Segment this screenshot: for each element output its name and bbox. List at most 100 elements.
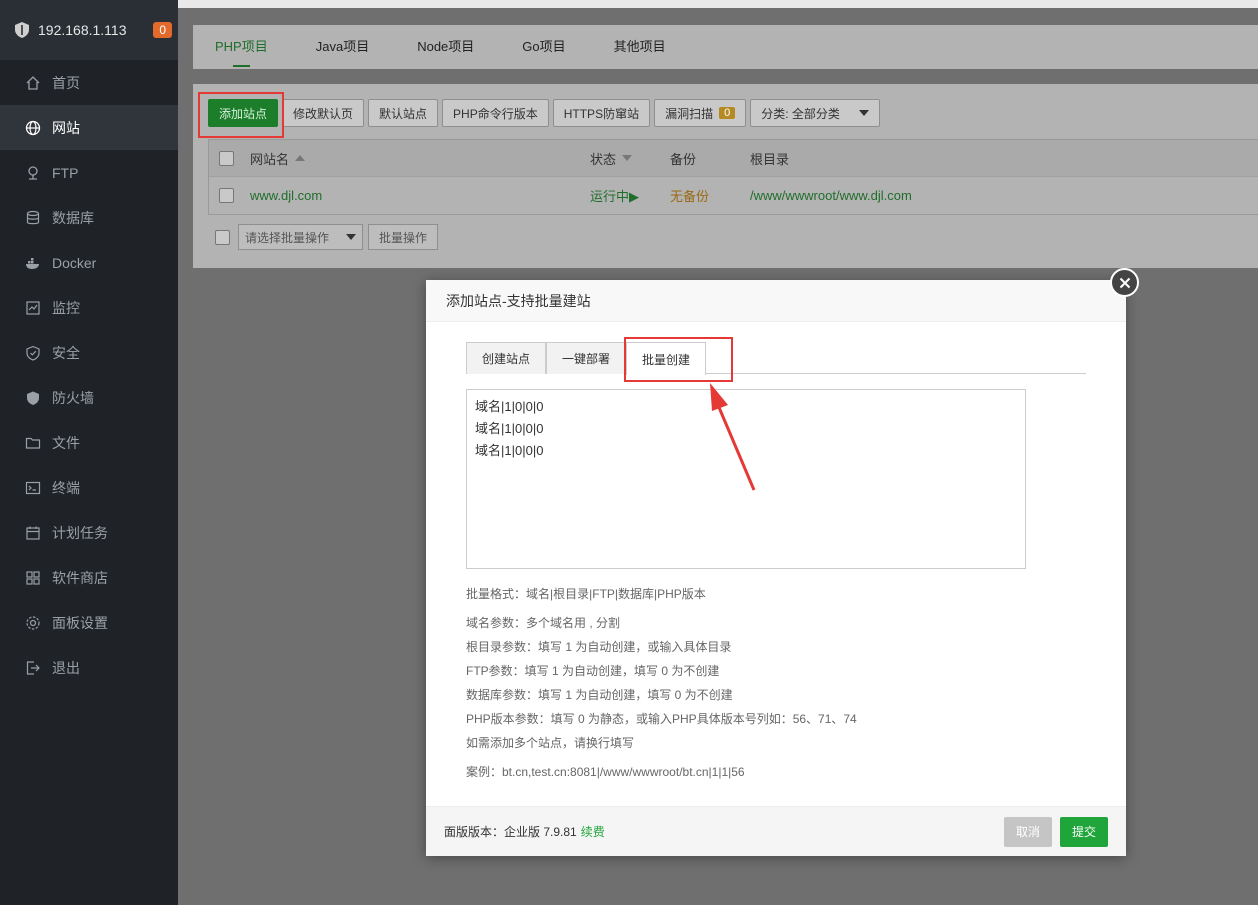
sidebar-item-files[interactable]: 文件 [0, 420, 178, 465]
server-ip: 192.168.1.113 [38, 22, 127, 38]
site-root-link[interactable]: /www/wwwroot/www.djl.com [750, 188, 1258, 203]
sidebar-item-label: 软件商店 [52, 569, 108, 586]
sidebar-item-settings[interactable]: 面板设置 [0, 600, 178, 645]
annotation-arrow [710, 383, 756, 491]
logout-icon [24, 659, 42, 677]
select-all-checkbox[interactable] [219, 150, 234, 166]
site-name-link[interactable]: www.djl.com [250, 188, 590, 203]
help-line: 域名参数：多个域名用 , 分割 [466, 616, 621, 630]
apps-icon [24, 569, 42, 587]
chevron-down-icon [859, 110, 870, 116]
tab-java[interactable]: Java项目 [316, 25, 369, 69]
sidebar-item-terminal[interactable]: 终端 [0, 465, 178, 510]
batch-bar: 请选择批量操作 批量操作 [215, 224, 439, 250]
site-toolbar: 添加站点 修改默认页 默认站点 PHP命令行版本 HTTPS防窜站 漏洞扫描 0 … [208, 99, 884, 127]
tab-node[interactable]: Node项目 [417, 25, 474, 69]
sidebar-item-label: 面板设置 [52, 614, 108, 631]
batch-action-button[interactable]: 批量操作 [368, 224, 439, 250]
col-header-name[interactable]: 网站名 [250, 149, 590, 168]
sidebar-item-label: 退出 [52, 659, 80, 676]
tab-create-site[interactable]: 创建站点 [466, 342, 547, 374]
shield-icon [24, 344, 42, 362]
sidebar-item-label: 计划任务 [52, 524, 108, 541]
browser-strip [178, 0, 1258, 8]
col-header-backup: 备份 [670, 151, 697, 167]
sidebar-item-home[interactable]: 首页 [0, 60, 178, 105]
tab-go[interactable]: Go项目 [522, 25, 565, 69]
tab-one-click-deploy[interactable]: 一键部署 [546, 342, 627, 374]
renew-link[interactable]: 续费 [581, 823, 605, 840]
chevron-down-icon [346, 234, 356, 240]
sidebar-item-monitor[interactable]: 监控 [0, 285, 178, 330]
row-checkbox[interactable] [219, 188, 234, 203]
site-status[interactable]: 运行中▶ [590, 186, 670, 205]
dialog-tabs: 创建站点 一键部署 批量创建 [466, 342, 1086, 375]
calendar-icon [24, 524, 42, 542]
sidebar-item-label: 终端 [52, 479, 80, 496]
sidebar-item-docker[interactable]: Docker [0, 240, 178, 285]
dialog-buttons: 取消 提交 [996, 816, 1108, 847]
category-label: 分类: 全部分类 [761, 106, 840, 121]
home-icon [24, 74, 42, 92]
sidebar-menu: 首页 网站 FTP 数据库 Docker 监控 安全 防火墙 文件 终端 计划任… [0, 60, 178, 690]
batch-select-label: 请选择批量操作 [245, 230, 330, 245]
ftp-icon [24, 164, 42, 182]
https-guard-button[interactable]: HTTPS防窜站 [552, 99, 651, 127]
sidebar-item-cron[interactable]: 计划任务 [0, 510, 178, 555]
globe-icon [24, 119, 42, 137]
site-backup[interactable]: 无备份 [670, 186, 750, 205]
category-select[interactable]: 分类: 全部分类 [750, 99, 881, 127]
php-cli-version-button[interactable]: PHP命令行版本 [442, 99, 549, 127]
docker-icon [24, 254, 42, 272]
gear-icon [24, 614, 42, 632]
sidebar-item-logout[interactable]: 退出 [0, 645, 178, 690]
batch-select[interactable]: 请选择批量操作 [238, 224, 363, 250]
table-header: 网站名 状态 备份 根目录 [209, 140, 1258, 176]
tab-php[interactable]: PHP项目 [215, 25, 268, 69]
server-host[interactable]: 192.168.1.113 0 [0, 0, 178, 60]
batch-checkbox[interactable] [215, 229, 230, 245]
close-dialog-button[interactable] [1110, 268, 1139, 297]
col-header-status[interactable]: 状态 [590, 149, 670, 168]
help-line: PHP版本参数：填写 0 为静态，或输入PHP具体版本号列如：56、71、74 [466, 712, 857, 726]
col-header-status-label: 状态 [590, 151, 617, 167]
site-list-panel: 添加站点 修改默认页 默认站点 PHP命令行版本 HTTPS防窜站 漏洞扫描 0 … [193, 84, 1258, 268]
vuln-scan-button[interactable]: 漏洞扫描 0 [654, 99, 747, 127]
sidebar-item-label: 防火墙 [52, 389, 94, 406]
terminal-icon [24, 479, 42, 497]
col-header-name-label: 网站名 [250, 151, 290, 167]
sidebar: 192.168.1.113 0 首页 网站 FTP 数据库 Docker 监控 … [0, 0, 178, 905]
table-row: www.djl.com 运行中▶ 无备份 /www/wwwroot/www.dj… [209, 176, 1258, 214]
tab-other[interactable]: 其他项目 [614, 25, 666, 69]
default-site-button[interactable]: 默认站点 [368, 99, 439, 127]
sidebar-item-label: 首页 [52, 74, 80, 91]
help-example: 案例：bt.cn,test.cn:8081|/www/wwwroot/bt.cn… [466, 765, 745, 779]
sidebar-item-website[interactable]: 网站 [0, 105, 178, 150]
dialog-footer: 面版版本：企业版 7.9.81 续费 取消 提交 [426, 806, 1126, 856]
close-icon [1119, 277, 1130, 288]
sort-down-icon [622, 155, 633, 161]
sidebar-item-label: 安全 [52, 344, 80, 361]
sidebar-item-database[interactable]: 数据库 [0, 195, 178, 240]
batch-help: 批量格式：域名|根目录|FTP|数据库|PHP版本 域名参数：多个域名用 , 分… [466, 582, 857, 784]
sidebar-item-label: 文件 [52, 434, 80, 451]
help-line: FTP参数：填写 1 为自动创建，填写 0 为不创建 [466, 664, 720, 678]
bt-logo-icon [15, 22, 29, 38]
sidebar-item-label: Docker [52, 254, 97, 271]
sidebar-item-ftp[interactable]: FTP [0, 150, 178, 195]
sidebar-item-store[interactable]: 软件商店 [0, 555, 178, 600]
database-icon [24, 209, 42, 227]
sidebar-item-firewall[interactable]: 防火墙 [0, 375, 178, 420]
cancel-button[interactable]: 取消 [1003, 816, 1052, 847]
sidebar-item-label: FTP [52, 164, 79, 181]
message-badge[interactable]: 0 [153, 22, 172, 38]
sidebar-item-security[interactable]: 安全 [0, 330, 178, 375]
vuln-scan-label: 漏洞扫描 [665, 106, 714, 121]
help-line: 根目录参数：填写 1 为自动创建，或输入具体目录 [466, 640, 732, 654]
modify-default-page-button[interactable]: 修改默认页 [282, 99, 365, 127]
submit-button[interactable]: 提交 [1059, 816, 1108, 847]
help-line: 数据库参数：填写 1 为自动创建，填写 0 为不创建 [466, 688, 733, 702]
vuln-count-badge: 0 [719, 107, 736, 119]
sidebar-item-label: 网站 [52, 119, 80, 136]
add-site-dialog: 添加站点-支持批量建站 创建站点 一键部署 批量创建 批量格式：域名|根目录|F… [426, 280, 1126, 856]
